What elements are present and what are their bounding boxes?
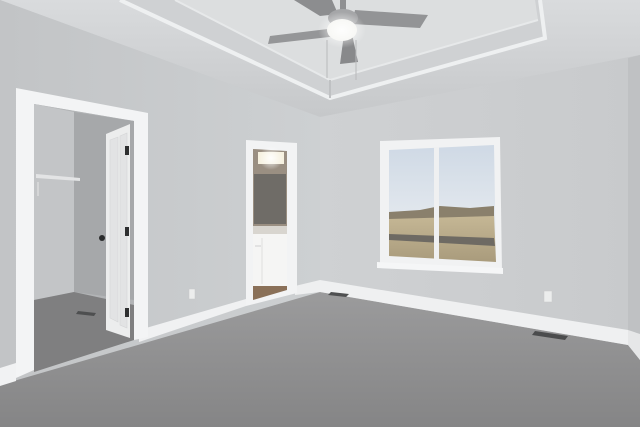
door-knob[interactable]	[99, 235, 105, 241]
bedroom-photo	[0, 0, 640, 427]
bedroom-illustration	[0, 0, 640, 427]
walk-in-closet	[16, 88, 148, 378]
window[interactable]	[377, 137, 503, 274]
bathroom-doorway	[246, 140, 297, 306]
right-wall	[628, 55, 640, 360]
